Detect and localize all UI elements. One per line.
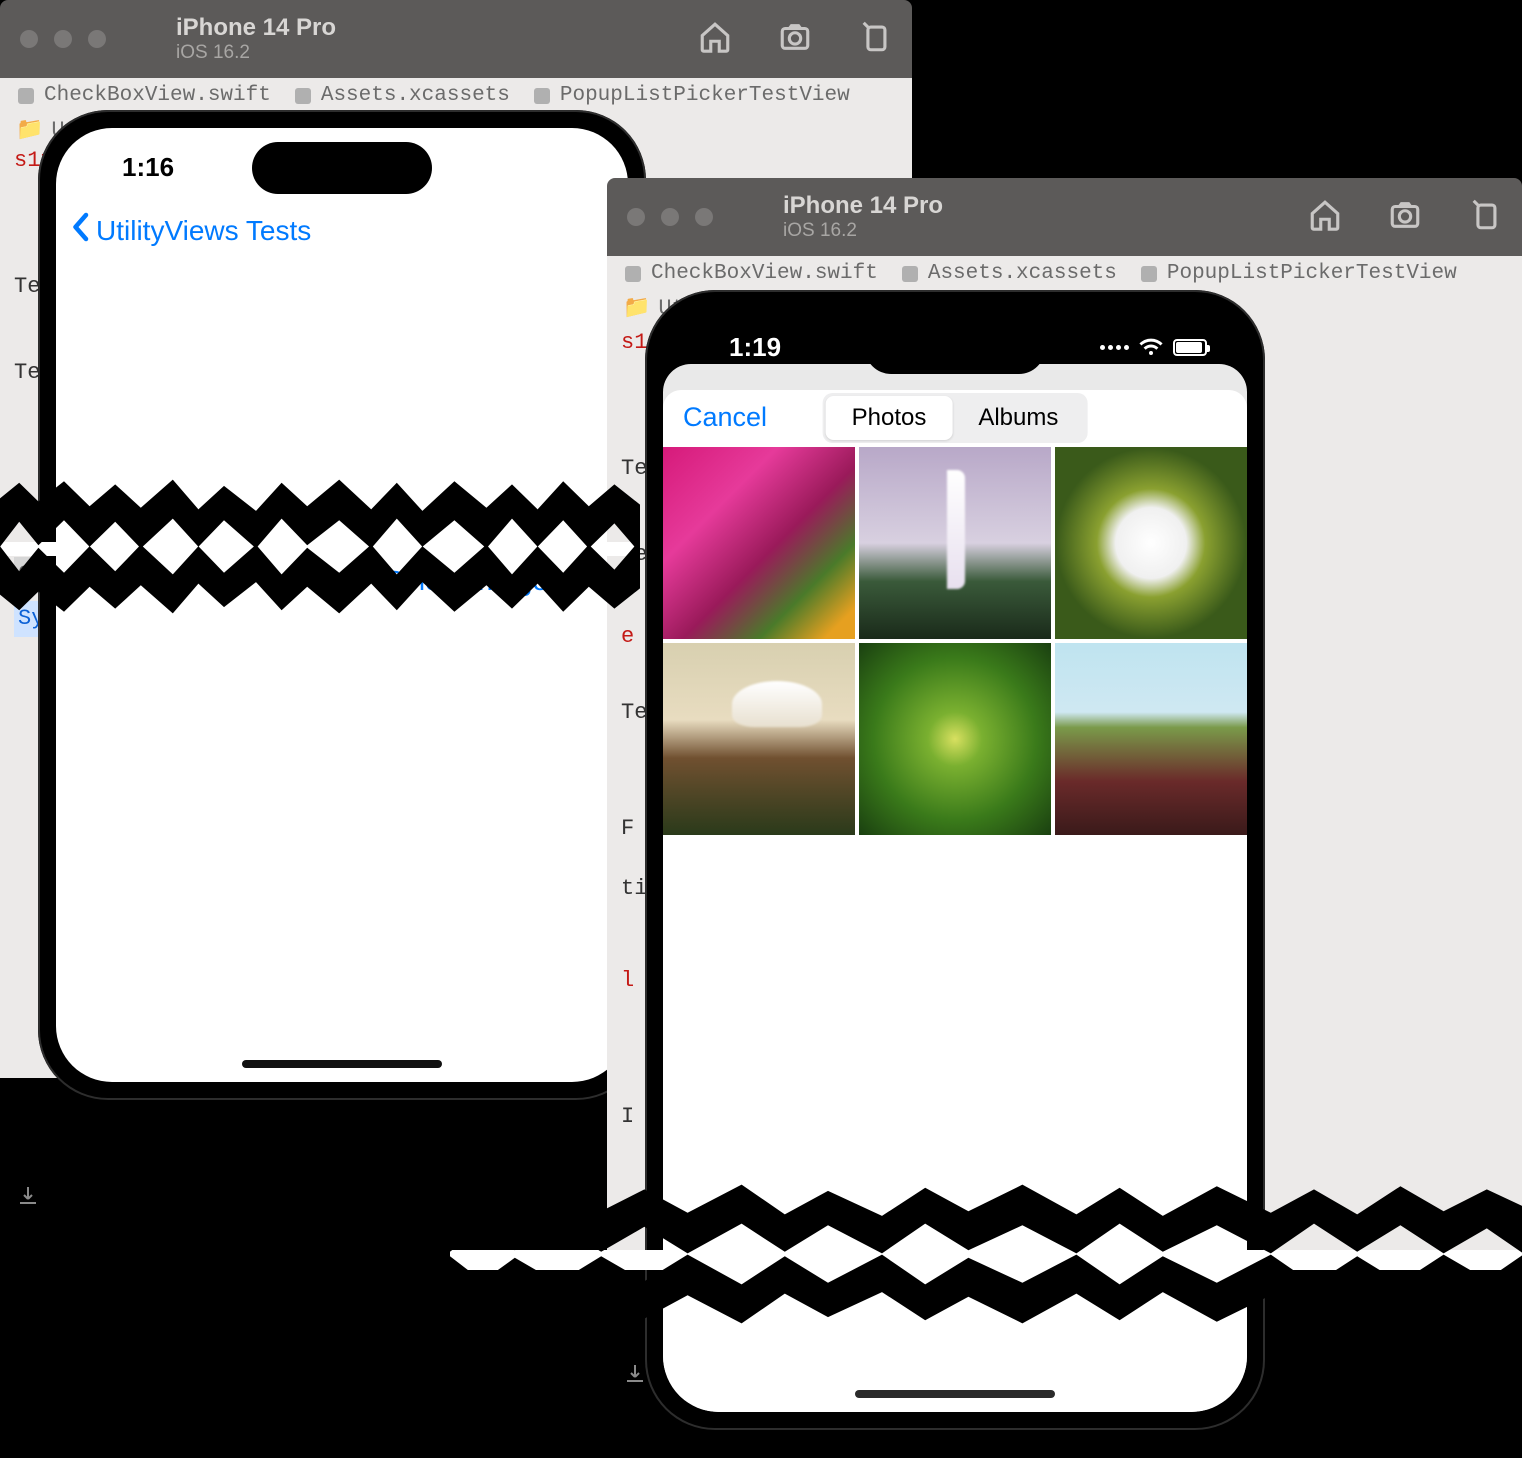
window-traffic-lights[interactable] bbox=[20, 30, 106, 48]
simulator-window-left: iPhone 14 Pro iOS 16.2 CheckBoxView.swif… bbox=[0, 0, 912, 78]
nav-back-button[interactable]: UtilityViews Tests bbox=[56, 206, 628, 265]
xcode-tab-label: PopupListPickerTestView bbox=[1167, 262, 1457, 285]
photo-thumbnail[interactable] bbox=[1055, 447, 1247, 639]
assets-file-icon bbox=[295, 88, 311, 104]
xcode-tab[interactable]: Assets.xcassets bbox=[295, 84, 510, 107]
rotate-icon[interactable] bbox=[1468, 198, 1502, 237]
traffic-minimize-icon[interactable] bbox=[661, 208, 679, 226]
simulator-os-version: iOS 16.2 bbox=[783, 220, 943, 242]
window-traffic-lights[interactable] bbox=[627, 208, 713, 226]
xcode-tab-label: PopupListPickerTestView bbox=[560, 84, 850, 107]
xcode-tab[interactable]: PopupListPickerTestView bbox=[534, 84, 850, 107]
traffic-close-icon[interactable] bbox=[627, 208, 645, 226]
photo-thumbnail[interactable] bbox=[859, 447, 1051, 639]
home-icon[interactable] bbox=[1308, 198, 1342, 237]
swift-file-icon bbox=[534, 88, 550, 104]
download-icon[interactable] bbox=[623, 1362, 647, 1386]
cancel-button[interactable]: Cancel bbox=[683, 402, 767, 433]
traffic-close-icon[interactable] bbox=[20, 30, 38, 48]
wifi-icon bbox=[1139, 337, 1163, 357]
simulator-device-name: iPhone 14 Pro bbox=[176, 14, 336, 42]
status-time: 1:19 bbox=[729, 332, 781, 363]
download-icon[interactable] bbox=[16, 1184, 40, 1208]
xcode-tab[interactable]: Assets.xcassets bbox=[902, 262, 1117, 285]
cellular-signal-icon bbox=[1100, 345, 1129, 350]
traffic-minimize-icon[interactable] bbox=[54, 30, 72, 48]
photo-thumbnail[interactable] bbox=[663, 447, 855, 639]
swift-file-icon bbox=[18, 88, 34, 104]
dynamic-island bbox=[252, 142, 432, 194]
swift-file-icon bbox=[625, 266, 641, 282]
simulator-os-version: iOS 16.2 bbox=[176, 42, 336, 64]
home-icon[interactable] bbox=[698, 20, 732, 59]
screenshot-icon[interactable] bbox=[778, 20, 812, 59]
folder-icon: 📁 bbox=[623, 295, 650, 321]
xcode-tab[interactable]: CheckBoxView.swift bbox=[18, 84, 271, 107]
simulator-device-name: iPhone 14 Pro bbox=[783, 192, 943, 220]
assets-file-icon bbox=[902, 266, 918, 282]
segment-albums[interactable]: Albums bbox=[952, 396, 1084, 440]
xcode-tab-label: Assets.xcassets bbox=[321, 84, 510, 107]
home-indicator[interactable] bbox=[242, 1060, 442, 1068]
traffic-zoom-icon[interactable] bbox=[695, 208, 713, 226]
xcode-tab-label: CheckBoxView.swift bbox=[44, 84, 271, 107]
photo-thumbnail[interactable] bbox=[859, 643, 1051, 835]
chevron-left-icon bbox=[70, 212, 90, 249]
xcode-tab-label: Assets.xcassets bbox=[928, 262, 1117, 285]
home-indicator[interactable] bbox=[855, 1390, 1055, 1398]
status-time: 1:16 bbox=[122, 152, 174, 183]
simulator-window-right: iPhone 14 Pro iOS 16.2 CheckBoxView.swif… bbox=[607, 178, 1522, 256]
photo-grid bbox=[663, 447, 1247, 835]
photo-thumbnail[interactable] bbox=[663, 643, 855, 835]
xcode-tab-label: CheckBoxView.swift bbox=[651, 262, 878, 285]
xcode-tab[interactable]: PopupListPickerTestView bbox=[1141, 262, 1457, 285]
folder-icon: 📁 bbox=[16, 117, 43, 143]
segment-photos[interactable]: Photos bbox=[826, 396, 953, 440]
swift-file-icon bbox=[1141, 266, 1157, 282]
battery-icon bbox=[1173, 339, 1207, 356]
rotate-icon[interactable] bbox=[858, 20, 892, 59]
screenshot-icon[interactable] bbox=[1388, 198, 1422, 237]
photo-thumbnail[interactable] bbox=[1055, 643, 1247, 835]
xcode-tab[interactable]: CheckBoxView.swift bbox=[625, 262, 878, 285]
simulator-titlebar: iPhone 14 Pro iOS 16.2 bbox=[0, 0, 912, 78]
simulator-titlebar: iPhone 14 Pro iOS 16.2 bbox=[607, 178, 1522, 256]
traffic-zoom-icon[interactable] bbox=[88, 30, 106, 48]
nav-back-title: UtilityViews Tests bbox=[96, 215, 311, 247]
picker-segmented-control[interactable]: Photos Albums bbox=[823, 393, 1088, 443]
dynamic-island bbox=[865, 322, 1045, 374]
